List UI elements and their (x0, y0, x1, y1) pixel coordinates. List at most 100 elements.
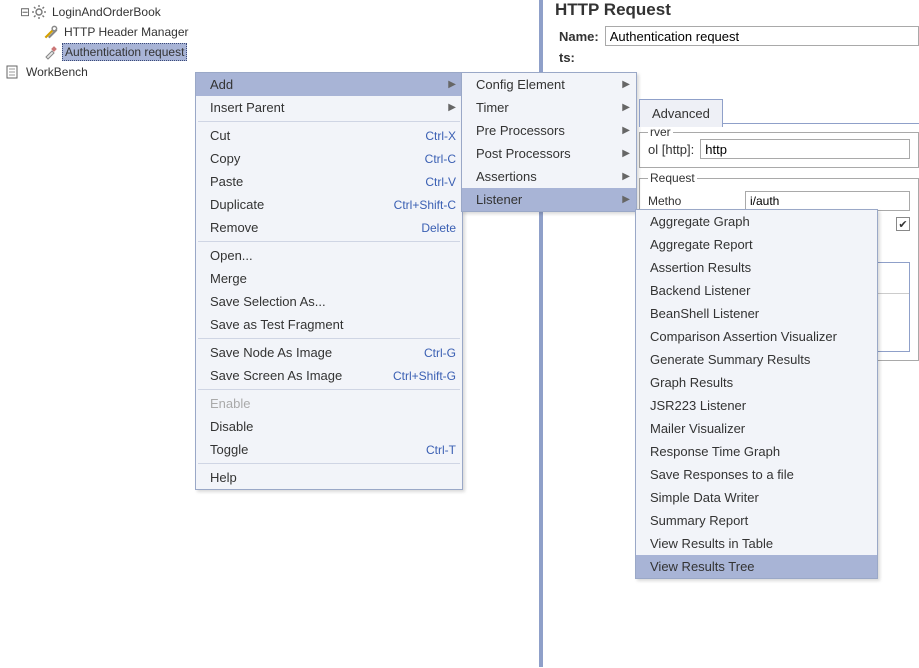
submenu-arrow-icon: ▶ (622, 102, 630, 113)
tree-item-label: HTTP Header Manager (62, 24, 191, 40)
submenu-arrow-icon: ▶ (448, 102, 456, 113)
protocol-input[interactable] (700, 139, 910, 159)
menu-label: Assertion Results (650, 260, 751, 275)
menu-merge[interactable]: Merge (196, 267, 462, 290)
menu-graph-results[interactable]: Graph Results (636, 371, 877, 394)
menu-help[interactable]: Help (196, 466, 462, 489)
menu-label: Post Processors (476, 146, 571, 161)
context-menu: Add ▶ Insert Parent ▶ Cut Ctrl-X Copy Ct… (195, 72, 463, 490)
menu-assertion-results[interactable]: Assertion Results (636, 256, 877, 279)
menu-listener[interactable]: Listener ▶ (462, 188, 636, 211)
menu-post-processors[interactable]: Post Processors▶ (462, 142, 636, 165)
menu-duplicate[interactable]: Duplicate Ctrl+Shift-C (196, 193, 462, 216)
menu-shortcut: Ctrl-V (425, 175, 456, 189)
menu-toggle[interactable]: Toggle Ctrl-T (196, 438, 462, 461)
menu-save-responses[interactable]: Save Responses to a file (636, 463, 877, 486)
editor-title: HTTP Request (547, 0, 919, 26)
tree-collapse-icon[interactable]: ⊟ (20, 5, 30, 19)
submenu-arrow-icon: ▶ (622, 194, 630, 205)
menu-pre-processors[interactable]: Pre Processors ▶ (462, 119, 636, 142)
menu-disable[interactable]: Disable (196, 415, 462, 438)
name-field-row: Name: (547, 26, 919, 52)
second-checkbox[interactable]: ✔ (896, 217, 910, 231)
menu-beanshell-listener[interactable]: BeanShell Listener (636, 302, 877, 325)
tree-item-label: LoginAndOrderBook (50, 4, 163, 20)
menu-view-results-tree[interactable]: View Results Tree (636, 555, 877, 578)
menu-generate-summary[interactable]: Generate Summary Results (636, 348, 877, 371)
menu-label: Pre Processors (476, 123, 565, 138)
menu-view-results-table[interactable]: View Results in Table (636, 532, 877, 555)
menu-label: Paste (210, 174, 243, 189)
menu-simple-data-writer[interactable]: Simple Data Writer (636, 486, 877, 509)
menu-config-element[interactable]: Config Element ▶ (462, 73, 636, 96)
menu-timer[interactable]: Timer▶ (462, 96, 636, 119)
path-input[interactable] (745, 191, 910, 211)
name-input[interactable] (605, 26, 919, 46)
submenu-arrow-icon: ▶ (622, 125, 630, 136)
tree-item-header-manager[interactable]: HTTP Header Manager (2, 22, 537, 42)
menu-label: Save as Test Fragment (210, 317, 343, 332)
menu-label: Response Time Graph (650, 444, 780, 459)
menu-label: Summary Report (650, 513, 748, 528)
menu-label: Insert Parent (210, 100, 284, 115)
tree-item-label: WorkBench (24, 64, 90, 80)
menu-shortcut: Ctrl-C (425, 152, 456, 166)
menu-shortcut: Ctrl-X (425, 129, 456, 143)
web-server-fieldset: rver ol [http]: (639, 132, 919, 168)
pipette-icon (42, 44, 60, 60)
menu-label: Generate Summary Results (650, 352, 810, 367)
menu-label: Enable (210, 396, 250, 411)
menu-jsr223-listener[interactable]: JSR223 Listener (636, 394, 877, 417)
web-server-legend: rver (648, 125, 673, 139)
menu-label: Config Element (476, 77, 565, 92)
add-submenu: Config Element ▶ Timer▶ Pre Processors ▶ P… (461, 72, 637, 212)
submenu-arrow-icon: ▶ (622, 79, 630, 90)
menu-remove[interactable]: Remove Delete (196, 216, 462, 239)
menu-assertions[interactable]: Assertions▶ (462, 165, 636, 188)
menu-label: Remove (210, 220, 258, 235)
menu-save-fragment[interactable]: Save as Test Fragment (196, 313, 462, 336)
menu-copy[interactable]: Copy Ctrl-C (196, 147, 462, 170)
menu-mailer-visualizer[interactable]: Mailer Visualizer (636, 417, 877, 440)
menu-save-node-image[interactable]: Save Node As Image Ctrl-G (196, 341, 462, 364)
menu-aggregate-report[interactable]: Aggregate Report (636, 233, 877, 256)
method-label: Metho (648, 194, 681, 208)
menu-label: Aggregate Report (650, 237, 753, 252)
menu-cut[interactable]: Cut Ctrl-X (196, 124, 462, 147)
menu-label: Aggregate Graph (650, 214, 750, 229)
menu-label: Duplicate (210, 197, 264, 212)
menu-paste[interactable]: Paste Ctrl-V (196, 170, 462, 193)
menu-separator (198, 389, 460, 390)
tree-item-label: Authentication request (62, 43, 187, 61)
menu-separator (198, 241, 460, 242)
name-label: Name: (559, 29, 599, 44)
menu-label: Backend Listener (650, 283, 750, 298)
menu-label: Simple Data Writer (650, 490, 759, 505)
menu-save-selection[interactable]: Save Selection As... (196, 290, 462, 313)
submenu-arrow-icon: ▶ (448, 79, 456, 90)
menu-shortcut: Ctrl-G (424, 346, 456, 360)
menu-label: Comparison Assertion Visualizer (650, 329, 837, 344)
menu-label: View Results Tree (650, 559, 755, 574)
menu-aggregate-graph[interactable]: Aggregate Graph (636, 210, 877, 233)
menu-insert-parent[interactable]: Insert Parent ▶ (196, 96, 462, 119)
menu-shortcut: Ctrl-T (426, 443, 456, 457)
menu-summary-report[interactable]: Summary Report (636, 509, 877, 532)
menu-backend-listener[interactable]: Backend Listener (636, 279, 877, 302)
menu-label: Help (210, 470, 237, 485)
menu-label: Save Responses to a file (650, 467, 794, 482)
menu-label: Listener (476, 192, 522, 207)
menu-add[interactable]: Add ▶ (196, 73, 462, 96)
tools-icon (42, 24, 60, 40)
tab-advanced[interactable]: Advanced (639, 99, 723, 127)
tree-item-auth-request[interactable]: Authentication request (2, 42, 537, 62)
menu-open[interactable]: Open... (196, 244, 462, 267)
menu-label: Toggle (210, 442, 248, 457)
menu-label: View Results in Table (650, 536, 773, 551)
tree-item-thread-group[interactable]: ⊟ LoginAndOrderBook (2, 2, 537, 22)
menu-comparison-visualizer[interactable]: Comparison Assertion Visualizer (636, 325, 877, 348)
menu-label: JSR223 Listener (650, 398, 746, 413)
menu-label: Add (210, 77, 233, 92)
menu-save-screen-image[interactable]: Save Screen As Image Ctrl+Shift-G (196, 364, 462, 387)
menu-response-time-graph[interactable]: Response Time Graph (636, 440, 877, 463)
